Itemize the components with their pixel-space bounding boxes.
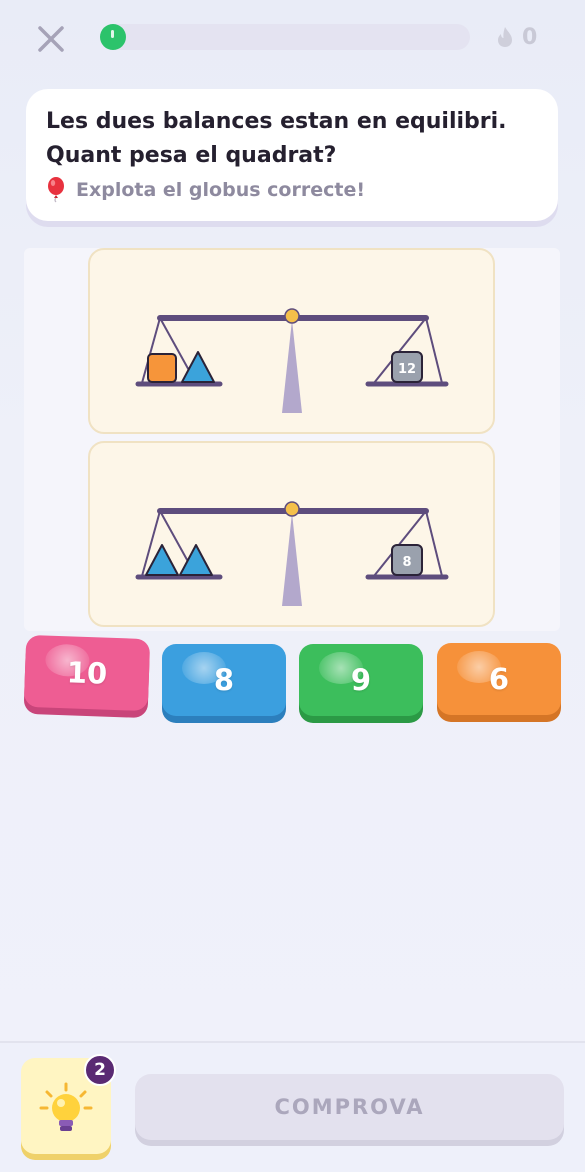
- streak-count: 0: [522, 24, 538, 50]
- question-card: Les dues balances estan en equilibri. Qu…: [26, 89, 558, 221]
- triangle-shape: [179, 544, 213, 576]
- triangle-shape: [145, 544, 179, 576]
- scales-panel: 12 8: [24, 248, 560, 631]
- square-shape: [147, 353, 177, 383]
- streak-counter: 0: [496, 22, 537, 52]
- question-emphasis: quadrat: [225, 143, 324, 168]
- check-button[interactable]: COMPROVA: [135, 1074, 564, 1140]
- close-button[interactable]: [32, 20, 70, 58]
- scale-card-1: 12: [88, 248, 495, 434]
- flame-icon: [498, 27, 512, 47]
- progress-bar: [100, 24, 470, 50]
- balance-scale-1: 12: [135, 308, 449, 413]
- question-hint: Explota el globus correcte!: [46, 177, 365, 203]
- hint-count-badge: 2: [84, 1054, 116, 1086]
- balance-scale-2: 8: [135, 501, 449, 606]
- balloon-icon: [48, 177, 64, 203]
- progress-fill: [100, 24, 126, 50]
- weight-label: 8: [402, 555, 411, 570]
- hint-text: Explota el globus correcte!: [76, 179, 365, 201]
- question-line-2: Quant pesa el quadrat?: [46, 143, 337, 168]
- top-bar: 0: [0, 0, 585, 75]
- answer-option-10[interactable]: 10: [23, 634, 151, 712]
- scale-card-2: 8: [88, 441, 495, 627]
- answer-option-6[interactable]: 6: [437, 643, 561, 715]
- answer-option-9[interactable]: 9: [299, 644, 423, 716]
- question-line-1: Les dues balances estan en equilibri.: [46, 109, 507, 134]
- weight-label: 12: [398, 362, 416, 377]
- answer-option-8[interactable]: 8: [162, 644, 286, 716]
- close-icon: [38, 26, 64, 52]
